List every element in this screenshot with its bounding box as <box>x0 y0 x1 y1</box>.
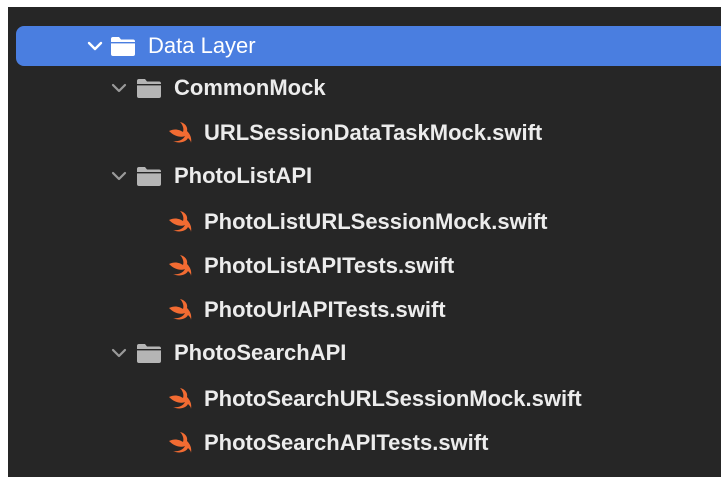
tree-row-label: CommonMock <box>174 75 326 100</box>
swift-file-icon <box>169 122 192 143</box>
folder-icon <box>137 79 161 98</box>
tree-row-file[interactable]: PhotoUrlAPITests.swift <box>8 290 721 330</box>
tree-row-file[interactable]: PhotoListURLSessionMock.swift <box>8 202 721 242</box>
swift-file-icon <box>169 299 192 320</box>
tree-row-file[interactable]: PhotoSearchURLSessionMock.swift <box>8 379 721 419</box>
chevron-down-icon[interactable] <box>108 77 130 99</box>
swift-file-icon <box>169 432 192 453</box>
tree-row-label: PhotoListAPITests.swift <box>204 253 455 278</box>
tree-row-file[interactable]: URLSessionDataTaskMock.swift <box>8 113 721 153</box>
tree-row-label: PhotoListURLSessionMock.swift <box>204 209 548 234</box>
tree-row-label: PhotoUrlAPITests.swift <box>204 297 446 322</box>
tree-row-label: Data Layer <box>148 33 256 58</box>
project-navigator: Data Layer CommonMock URLSessionDataTask… <box>8 7 721 477</box>
swift-file-icon <box>169 388 192 409</box>
tree-row-photosearchapi[interactable]: PhotoSearchAPI <box>8 333 721 373</box>
folder-icon <box>111 37 135 56</box>
swift-file-icon <box>169 255 192 276</box>
tree-row-label: URLSessionDataTaskMock.swift <box>204 120 543 145</box>
tree-row-commonmock[interactable]: CommonMock <box>8 68 721 108</box>
tree-row-label: PhotoListAPI <box>174 163 313 188</box>
tree-row-label: PhotoSearchAPITests.swift <box>204 430 489 455</box>
chevron-down-icon[interactable] <box>108 165 130 187</box>
tree-row-label: PhotoSearchURLSessionMock.swift <box>204 386 582 411</box>
tree-row-photolistapi[interactable]: PhotoListAPI <box>8 156 721 196</box>
folder-icon <box>137 167 161 186</box>
chevron-down-icon[interactable] <box>108 342 130 364</box>
tree-row-label: PhotoSearchAPI <box>174 340 347 365</box>
tree-row-file[interactable]: PhotoSearchAPITests.swift <box>8 423 721 463</box>
tree-row-file[interactable]: PhotoListAPITests.swift <box>8 246 721 286</box>
tree-row-data-layer[interactable]: Data Layer <box>16 26 721 66</box>
folder-icon <box>137 344 161 363</box>
swift-file-icon <box>169 211 192 232</box>
chevron-down-icon[interactable] <box>84 35 106 57</box>
